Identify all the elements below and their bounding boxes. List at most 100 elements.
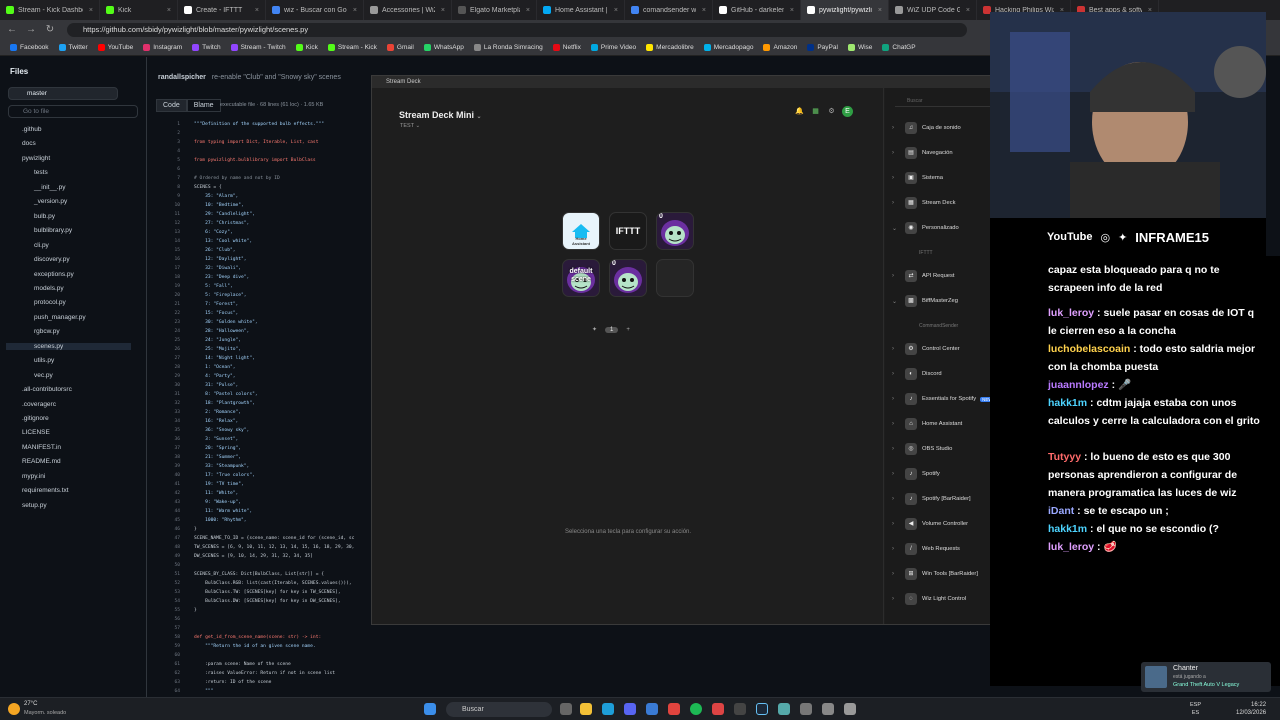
explorer-icon[interactable] — [580, 703, 592, 715]
file-tree-item[interactable]: rgbcw.py — [34, 328, 60, 335]
line-number[interactable]: 36 — [150, 435, 180, 444]
file-tree-item[interactable]: requirements.txt — [22, 487, 69, 494]
line-number[interactable]: 1 — [150, 120, 180, 129]
line-number[interactable]: 18 — [150, 273, 180, 282]
file-tree-item[interactable]: push_manager.py — [34, 314, 86, 321]
file-tree-item[interactable]: .all-contributorsrc — [22, 386, 72, 393]
stream-deck-key[interactable]: Home Assistant — [562, 212, 600, 250]
line-number[interactable]: 35 — [150, 426, 180, 435]
line-number[interactable]: 16 — [150, 255, 180, 264]
line-number[interactable]: 33 — [150, 408, 180, 417]
file-tree-item[interactable]: models.py — [34, 285, 64, 292]
line-number[interactable]: 11 — [150, 210, 180, 219]
line-number[interactable]: 60 — [150, 651, 180, 660]
close-tab-icon[interactable]: × — [702, 7, 706, 14]
app-icon[interactable] — [800, 703, 812, 715]
line-number[interactable]: 55 — [150, 606, 180, 615]
file-tree-item[interactable]: exceptions.py — [34, 271, 74, 278]
line-number[interactable]: 45 — [150, 516, 180, 525]
file-tree-item[interactable]: LICENSE — [22, 429, 50, 436]
file-tree-item[interactable]: docs — [22, 140, 36, 147]
line-number[interactable]: 44 — [150, 507, 180, 516]
stream-deck-key[interactable] — [656, 259, 694, 297]
file-tree-item[interactable]: .github — [22, 126, 42, 133]
line-number[interactable]: 27 — [150, 354, 180, 363]
stream-deck-key[interactable]: 0 — [609, 259, 647, 297]
file-tree-item[interactable]: discovery.py — [34, 256, 70, 263]
stream-deck-icon[interactable] — [734, 703, 746, 715]
line-number[interactable]: 19 — [150, 282, 180, 291]
browser-tab[interactable]: Kick × — [100, 0, 178, 20]
spotify-icon[interactable] — [690, 703, 702, 715]
file-tree-item[interactable]: MANIFEST.in — [22, 444, 61, 451]
line-number[interactable]: 39 — [150, 462, 180, 471]
file-tree-item[interactable]: bulb.py — [34, 213, 55, 220]
bookmark-item[interactable]: PayPal — [807, 44, 838, 51]
line-number[interactable]: 62 — [150, 669, 180, 678]
line-number[interactable]: 5 — [150, 156, 180, 165]
app-icon[interactable] — [646, 703, 658, 715]
bookmark-item[interactable]: ChatGP — [882, 44, 916, 51]
browser-tab[interactable]: comandsender wiz - B × — [625, 0, 713, 20]
device-selector[interactable]: Stream Deck Mini ⌄ — [399, 110, 482, 120]
bookmark-item[interactable]: WhatsApp — [423, 44, 464, 51]
url-input[interactable]: https://github.com/sbidy/pywizlight/blob… — [67, 23, 967, 37]
browser-tab[interactable]: Stream - Kick Dashbo × — [0, 0, 100, 20]
close-tab-icon[interactable]: × — [167, 7, 171, 14]
line-number[interactable]: 50 — [150, 561, 180, 570]
browser-tab[interactable]: WiZ UDP Code Genera × — [889, 0, 977, 20]
line-number[interactable]: 3 — [150, 138, 180, 147]
line-number[interactable]: 53 — [150, 588, 180, 597]
app-icon[interactable] — [844, 703, 856, 715]
bookmark-item[interactable]: Netflix — [552, 44, 581, 51]
line-number[interactable]: 49 — [150, 552, 180, 561]
line-number[interactable]: 31 — [150, 390, 180, 399]
file-tree-item[interactable]: bulblibrary.py — [34, 227, 72, 234]
line-number[interactable]: 52 — [150, 579, 180, 588]
taskview-icon[interactable] — [560, 703, 572, 715]
forward-icon[interactable]: → — [24, 23, 38, 37]
account-icon[interactable]: E — [842, 106, 853, 117]
bookmark-item[interactable]: Instagram — [143, 44, 182, 51]
line-number[interactable]: 9 — [150, 192, 180, 201]
steam-icon[interactable] — [756, 703, 768, 715]
line-number[interactable]: 30 — [150, 381, 180, 390]
file-tree-item[interactable]: setup.py — [22, 502, 47, 509]
bookmark-item[interactable]: Gmail — [386, 44, 414, 51]
line-number[interactable]: 48 — [150, 543, 180, 552]
line-number[interactable]: 21 — [150, 300, 180, 309]
app-icon[interactable] — [778, 703, 790, 715]
bookmark-item[interactable]: La Ronda Simracing — [473, 44, 543, 51]
discord-icon[interactable] — [624, 703, 636, 715]
bookmark-item[interactable]: Stream - Kick — [327, 44, 377, 51]
browser-tab[interactable]: Home Assistant | Elga × — [537, 0, 625, 20]
line-number[interactable]: 42 — [150, 489, 180, 498]
file-tree-item[interactable]: pywizlight — [22, 155, 50, 162]
add-page-icon[interactable]: + — [626, 327, 630, 333]
file-tree-item[interactable]: utils.py — [34, 357, 54, 364]
line-number[interactable]: 10 — [150, 201, 180, 210]
line-number[interactable]: 61 — [150, 660, 180, 669]
browser-tab[interactable]: GitHub - darkelement × — [713, 0, 801, 20]
edge-icon[interactable] — [602, 703, 614, 715]
close-tab-icon[interactable]: × — [441, 7, 445, 14]
line-number[interactable]: 57 — [150, 624, 180, 633]
bookmark-item[interactable]: Mercadopago — [703, 44, 753, 51]
stream-deck-key[interactable]: 0 — [656, 212, 694, 250]
file-tree-item[interactable]: scenes.py — [6, 342, 131, 350]
line-number[interactable]: 15 — [150, 246, 180, 255]
line-number[interactable]: 58 — [150, 633, 180, 642]
line-number[interactable]: 8 — [150, 183, 180, 192]
gear-icon[interactable]: ⚙ — [826, 106, 837, 117]
line-number[interactable]: 43 — [150, 498, 180, 507]
file-tree-item[interactable]: __init__.py — [34, 184, 65, 191]
file-tree-item[interactable]: .coveragerc — [22, 401, 56, 408]
bookmark-item[interactable]: Prime Video — [590, 44, 636, 51]
back-icon[interactable]: ← — [5, 23, 19, 37]
line-number[interactable]: 46 — [150, 525, 180, 534]
file-tree-item[interactable]: tests — [34, 169, 48, 176]
close-tab-icon[interactable]: × — [526, 7, 530, 14]
bookmark-item[interactable]: Facebook — [10, 44, 49, 51]
tab-code[interactable]: Code — [156, 99, 187, 112]
close-tab-icon[interactable]: × — [255, 7, 259, 14]
